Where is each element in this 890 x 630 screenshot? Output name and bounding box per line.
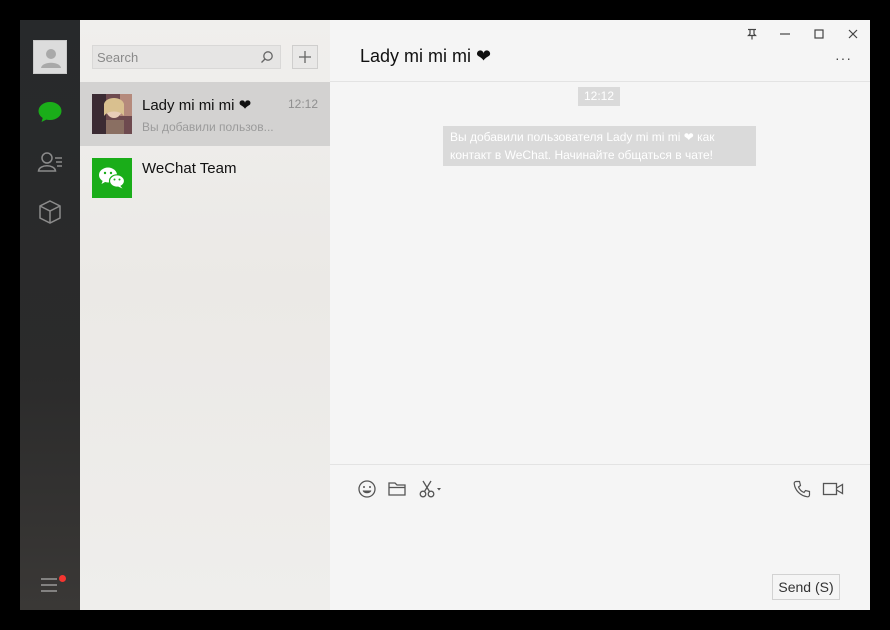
emoji-button[interactable] [357, 479, 377, 499]
screenshot-button[interactable] [418, 479, 444, 499]
minimize-button[interactable] [775, 26, 795, 42]
scissors-icon [419, 480, 441, 498]
message-composer[interactable]: Send (S) [330, 464, 870, 610]
pin-icon [747, 28, 757, 40]
search-box[interactable] [92, 45, 281, 69]
photo-avatar-icon [92, 94, 132, 134]
nav-chats[interactable] [35, 97, 65, 127]
favorites-icon [39, 200, 61, 224]
system-message: Вы добавили пользователя Lady mi mi mi ❤… [443, 126, 756, 166]
minimize-icon [780, 33, 790, 35]
send-file-button[interactable] [387, 479, 407, 499]
more-options-button[interactable]: ··· [835, 50, 852, 66]
phone-icon [793, 480, 811, 498]
conversation-preview: Вы добавили пользов... [142, 120, 274, 134]
conversation-time: 12:12 [287, 97, 318, 111]
nav-favorites[interactable] [35, 197, 65, 227]
chat-icon [38, 102, 62, 122]
search-input[interactable] [93, 46, 253, 68]
conversation-name: WeChat Team [142, 160, 237, 177]
voice-call-button[interactable] [792, 479, 812, 499]
close-icon [848, 29, 858, 39]
send-button[interactable]: Send (S) [772, 574, 840, 600]
close-button[interactable] [843, 26, 863, 42]
plus-icon [299, 51, 311, 63]
wechat-window: Lady mi mi mi ❤ 12:12 Вы добавили пользо… [20, 20, 870, 610]
profile-avatar[interactable] [33, 40, 67, 74]
wechat-team-logo [92, 158, 132, 198]
nav-contacts[interactable] [35, 147, 65, 177]
video-call-button[interactable] [822, 479, 844, 499]
folder-icon [388, 482, 406, 496]
video-icon [822, 482, 844, 496]
nav-rail [20, 20, 80, 610]
search-icon[interactable] [260, 50, 274, 64]
conversation-name: Lady mi mi mi ❤ [142, 97, 252, 114]
contacts-icon [37, 152, 62, 172]
emoji-icon [358, 480, 376, 498]
maximize-button[interactable] [809, 26, 829, 42]
avatar-icon [41, 49, 61, 68]
pin-button[interactable] [742, 26, 762, 42]
maximize-icon [814, 29, 824, 39]
conversation-item-lady[interactable]: Lady mi mi mi ❤ 12:12 Вы добавили пользо… [80, 82, 330, 146]
conversation-item-wechat-team[interactable]: WeChat Team [80, 146, 330, 210]
notification-dot [59, 575, 66, 582]
chat-title: Lady mi mi mi ❤ [360, 46, 492, 66]
wechat-logo-icon [92, 158, 132, 198]
message-timestamp: 12:12 [578, 87, 620, 106]
conversation-list-panel: Lady mi mi mi ❤ 12:12 Вы добавили пользо… [80, 20, 330, 610]
chat-pane: Lady mi mi mi ❤ ··· 12:12 Вы добавили по… [330, 20, 870, 610]
contact-photo [92, 94, 132, 134]
add-contact-button[interactable] [292, 45, 318, 69]
